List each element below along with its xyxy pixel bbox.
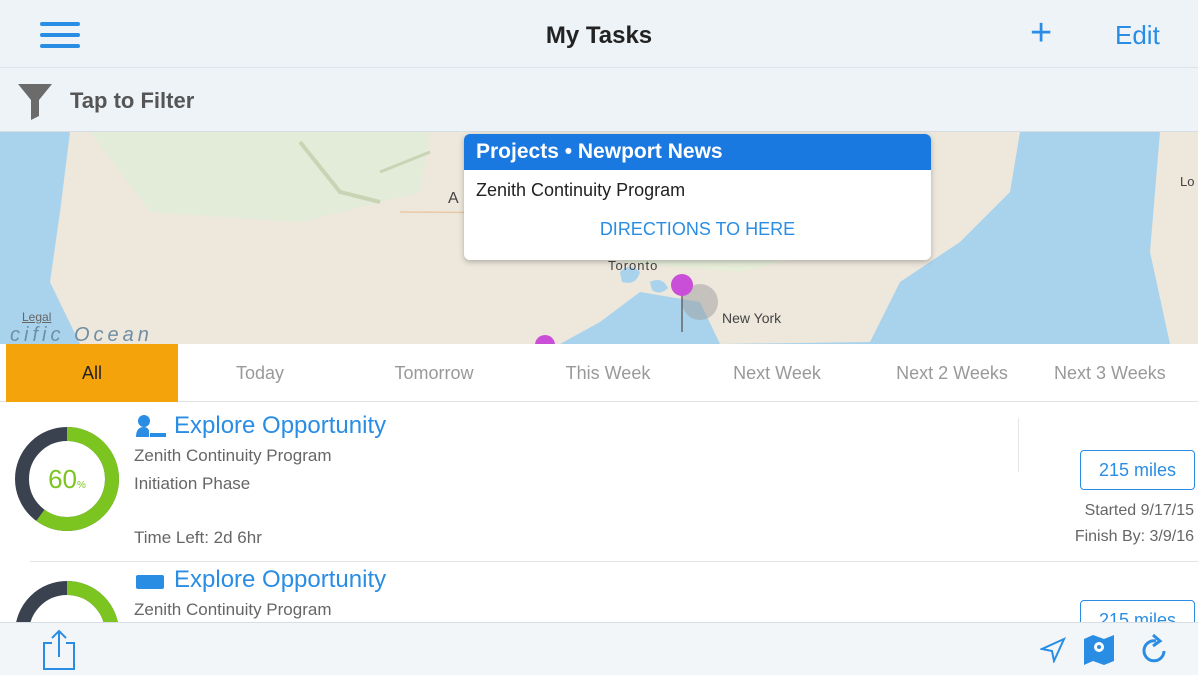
progress-percent: 60% — [48, 464, 86, 494]
filter-icon — [18, 84, 52, 120]
task-row[interactable]: Explore Opportunity Zenith Continuity Pr… — [0, 562, 1198, 622]
location-arrow-icon[interactable] — [1040, 637, 1066, 663]
page-title: My Tasks — [545, 22, 653, 49]
nav-bar: My Tasks + Edit — [0, 0, 1198, 68]
task-row[interactable]: 60% Explore Opportunity Zenith Continuit… — [0, 402, 1198, 562]
map-label-lo: Lo — [1180, 174, 1195, 189]
filter-bar[interactable]: Tap to Filter — [0, 68, 1198, 132]
distance-badge[interactable]: 215 miles — [1080, 450, 1195, 490]
task-phase: Initiation Phase — [134, 474, 251, 493]
map-label-toronto: Toronto — [608, 258, 659, 273]
filter-label: Tap to Filter — [70, 88, 195, 113]
refresh-icon[interactable] — [1140, 633, 1170, 665]
map-pin-icon[interactable] — [534, 334, 556, 344]
tag-icon — [136, 574, 164, 589]
distance-badge[interactable]: 215 miles — [1080, 600, 1195, 622]
edit-button[interactable]: Edit — [1115, 20, 1160, 51]
tab-this-week[interactable]: This Week — [526, 344, 690, 402]
share-icon[interactable] — [40, 629, 78, 671]
map-label-newyork: New York — [722, 310, 782, 326]
task-finish-by: Finish By: 3/9/16 — [1074, 528, 1194, 545]
tab-tomorrow[interactable]: Tomorrow — [342, 344, 526, 402]
task-program: Zenith Continuity Program — [134, 446, 332, 465]
divider — [1018, 418, 1019, 472]
directions-button[interactable]: DIRECTIONS TO HERE — [464, 219, 931, 240]
map-callout[interactable]: Projects • Newport News Zenith Continuit… — [464, 134, 931, 260]
map-icon[interactable] — [1082, 633, 1116, 667]
task-started: Started 9/17/15 — [1084, 502, 1194, 519]
tab-next-2-weeks[interactable]: Next 2 Weeks — [864, 344, 1040, 402]
date-filter-tabs: All Today Tomorrow This Week Next Week N… — [0, 344, 1198, 402]
callout-title: Projects • Newport News — [464, 134, 931, 170]
task-program: Zenith Continuity Program — [134, 600, 332, 619]
tab-today[interactable]: Today — [178, 344, 342, 402]
bottom-toolbar — [0, 622, 1198, 675]
task-title[interactable]: Explore Opportunity — [134, 566, 386, 594]
map-ocean-label: cific Ocean — [10, 324, 153, 344]
tab-all[interactable]: All — [6, 344, 178, 402]
callout-subtitle: Zenith Continuity Program — [476, 180, 686, 200]
add-task-button[interactable]: + — [1030, 14, 1052, 52]
progress-ring — [15, 581, 119, 622]
tab-next-week[interactable]: Next Week — [690, 344, 864, 402]
task-time-left: Time Left: 2d 6hr — [134, 528, 262, 547]
person-icon — [136, 414, 166, 437]
map-pin-icon[interactable] — [668, 272, 696, 334]
map-legal-link[interactable]: Legal — [22, 310, 51, 324]
map-label-a: A — [448, 190, 459, 207]
task-title[interactable]: Explore Opportunity — [134, 412, 386, 440]
tab-next-3-weeks[interactable]: Next 3 Weeks — [1040, 344, 1198, 402]
